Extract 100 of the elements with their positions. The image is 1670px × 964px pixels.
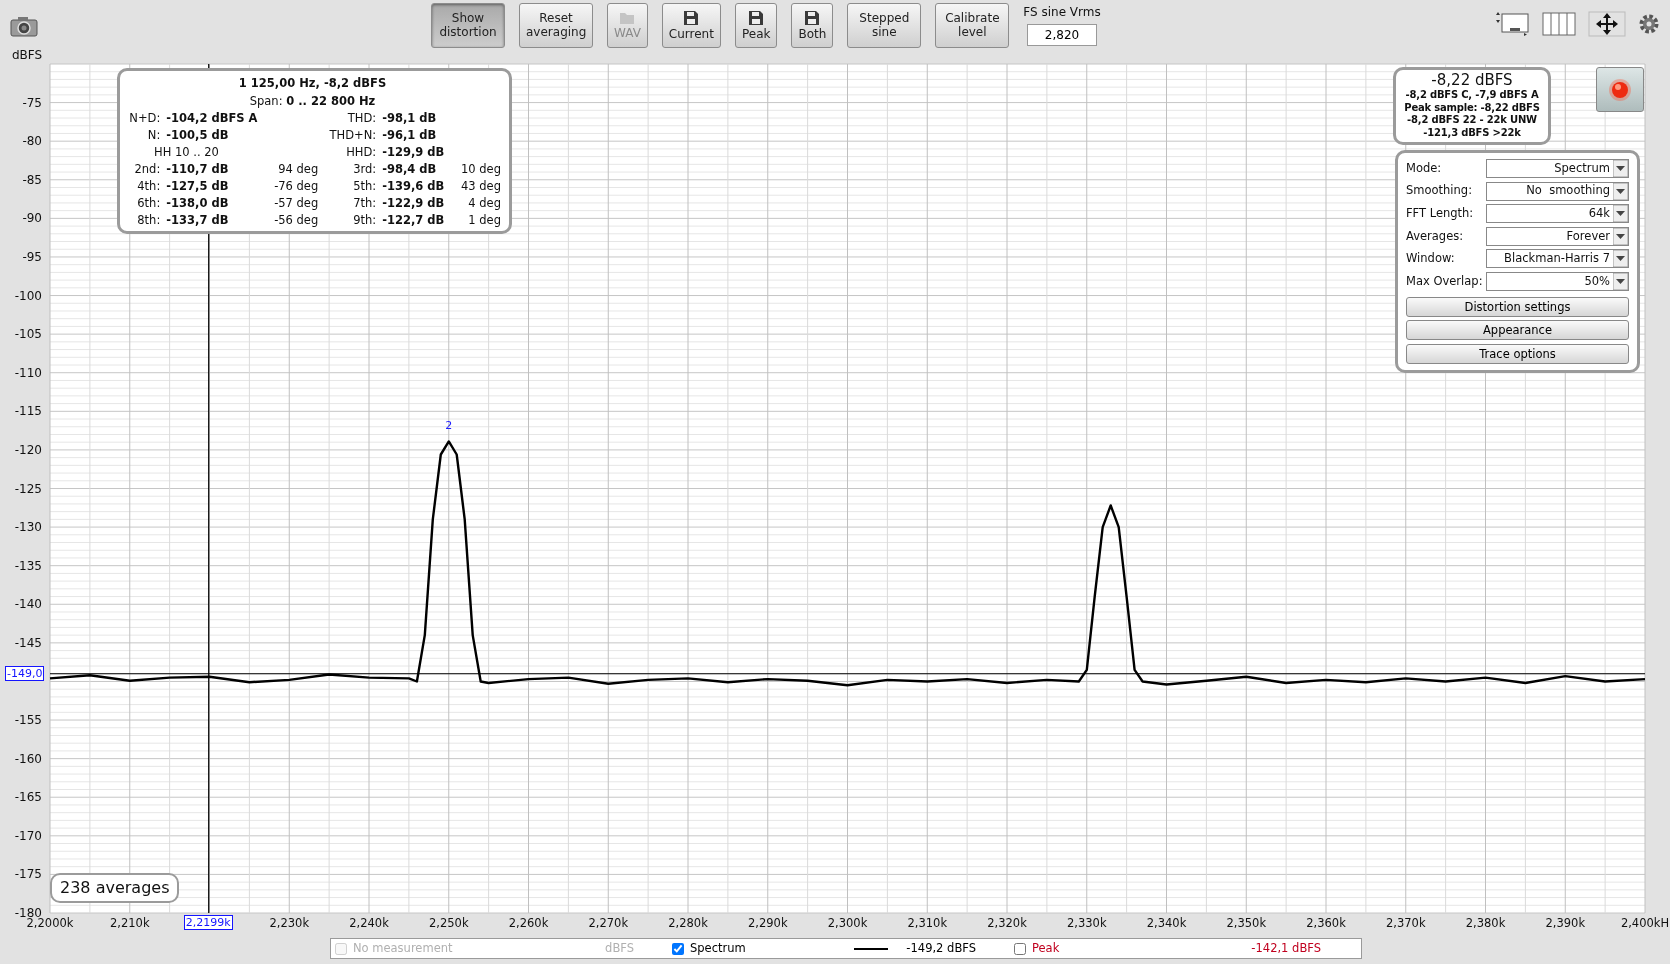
panel-button[interactable]: Distortion settings	[1406, 296, 1629, 317]
phase-value: 94 deg	[277, 161, 319, 178]
toolbar-button[interactable]: Calibrate level	[935, 3, 1010, 48]
camera-icon[interactable]	[10, 15, 38, 37]
metric-label: HHD:	[345, 144, 377, 161]
move-arrows-icon[interactable]	[1588, 11, 1626, 37]
field-label: Smoothing:	[1406, 182, 1474, 200]
dropdown[interactable]: No smoothing	[1486, 181, 1629, 201]
toolbar-button[interactable]: Show distortion	[431, 3, 505, 48]
metric-value: -98,4 dB	[382, 161, 438, 178]
dropdown[interactable]: Blackman-Harris 7	[1486, 249, 1629, 269]
peak-label: 2	[445, 419, 453, 433]
level-detail: -8,2 dBFS C, -7,9 dBFS A	[1404, 89, 1540, 102]
metric-label: THD+N:	[328, 127, 377, 144]
metric-label: 3rd:	[352, 161, 377, 178]
toolbar-button[interactable]: Both	[791, 3, 834, 48]
trace-label: No measurement	[353, 939, 454, 957]
folder-icon	[619, 10, 636, 26]
metric-label: 6th:	[136, 195, 161, 212]
axis-label: -85	[22, 172, 42, 187]
axis-label: -110	[14, 365, 42, 380]
axis-label: -95	[22, 249, 42, 264]
axis-label: -80	[22, 134, 42, 149]
record-icon	[1608, 77, 1632, 102]
axis-label: 2,290k	[747, 916, 788, 930]
field-label: Averages:	[1406, 227, 1465, 245]
metric-label: THD:	[346, 110, 377, 127]
dropdown[interactable]: 50%	[1486, 271, 1629, 291]
toolbar-button[interactable]: Current	[661, 3, 721, 48]
axis-label: -90	[22, 211, 42, 226]
caret-icon	[1613, 182, 1628, 200]
axis-title: dBFS	[12, 50, 43, 62]
axis-label: 2,400kH	[1620, 916, 1670, 930]
axis-label: 2,300k	[827, 916, 868, 930]
axis-label: 2,240k	[349, 916, 389, 930]
caret-icon	[1613, 250, 1628, 268]
floppy-icon	[804, 9, 821, 26]
toolbar-button[interactable]: Peak	[734, 3, 778, 48]
checkbox[interactable]	[1014, 942, 1026, 955]
averages-badge: 238 averages	[50, 873, 180, 903]
layout-icon[interactable]	[1494, 11, 1530, 37]
metric-value: -96,1 dB	[382, 127, 438, 144]
input-field[interactable]: 2,820	[1027, 24, 1097, 46]
phase-value: -56 deg	[273, 212, 319, 229]
trace-reading: -149,2 dBFS	[906, 939, 976, 957]
axis-label: -105	[14, 327, 42, 342]
dropdown[interactable]: Spectrum	[1486, 159, 1629, 178]
axis-label: -155	[14, 713, 42, 728]
axis-label: 2,280k	[668, 916, 708, 930]
phase-value: -57 deg	[273, 195, 319, 212]
toolbar-button[interactable]: Stepped sine	[847, 3, 922, 48]
checkbox[interactable]	[672, 942, 684, 955]
metric-label: N+D:	[128, 110, 161, 127]
axis-label: 2,360k	[1306, 916, 1346, 930]
axis-label: 2,380k	[1465, 916, 1506, 930]
axis-label: 2,350k	[1226, 916, 1267, 930]
axis-label: -125	[14, 481, 42, 496]
dropdown[interactable]: Forever	[1486, 226, 1629, 246]
metric-label: 8th:	[136, 212, 161, 229]
metric-value: -129,9 dB	[382, 144, 446, 161]
field-label: FFT Length:	[1406, 205, 1475, 223]
axis-label: -175	[14, 867, 42, 882]
metric-value: -139,6 dB	[382, 178, 446, 195]
trace-reading: dBFS	[605, 939, 634, 957]
metric-label: HH 10 .. 20	[153, 144, 220, 161]
axis-label: -135	[14, 558, 42, 573]
axis-label: 2,340k	[1146, 916, 1187, 930]
metric-value: -122,7 dB	[382, 212, 446, 229]
toolbar-button[interactable]: Reset averaging	[519, 3, 593, 48]
axis-label: 2,270k	[588, 916, 629, 930]
metric-label: 4th:	[136, 178, 161, 195]
axis-label: -115	[14, 404, 42, 419]
caret-icon	[1613, 160, 1628, 177]
columns-icon[interactable]	[1542, 11, 1576, 37]
trace-reading: -142,1 dBFS	[1251, 939, 1321, 957]
panel-button[interactable]: Appearance	[1406, 320, 1629, 341]
caret-icon	[1613, 227, 1628, 245]
metric-label: 2nd:	[133, 161, 161, 178]
floppy-icon	[748, 9, 765, 26]
settings-icon[interactable]	[1638, 13, 1660, 35]
panel-button[interactable]: Trace options	[1406, 343, 1629, 364]
axis-label: 2,320k	[987, 916, 1027, 930]
dropdown[interactable]: 64k	[1486, 204, 1629, 224]
phase-value: 4 deg	[467, 195, 501, 212]
axis-label: 2,210k	[109, 916, 150, 930]
axis-label: -165	[14, 790, 42, 805]
level-reading: -8,22 dBFS	[1430, 72, 1514, 89]
axis-label: 2,330k	[1066, 916, 1107, 930]
level-detail: Peak sample: -8,22 dBFS	[1403, 101, 1541, 114]
axis-label: 2,260k	[508, 916, 549, 930]
caret-icon	[1613, 205, 1628, 223]
metric-value: -98,1 dB	[382, 110, 438, 127]
level-detail: -8,2 dBFS 22 - 22k UNW	[1406, 114, 1538, 127]
trace-label: Peak	[1032, 939, 1061, 957]
caret-icon	[1613, 272, 1628, 290]
metric-label: 9th:	[352, 212, 377, 229]
phase-value: 43 deg	[460, 178, 501, 195]
axis-label: -130	[14, 520, 42, 535]
metric-value: -138,0 dB	[166, 195, 230, 212]
record-button[interactable]	[1596, 67, 1644, 112]
